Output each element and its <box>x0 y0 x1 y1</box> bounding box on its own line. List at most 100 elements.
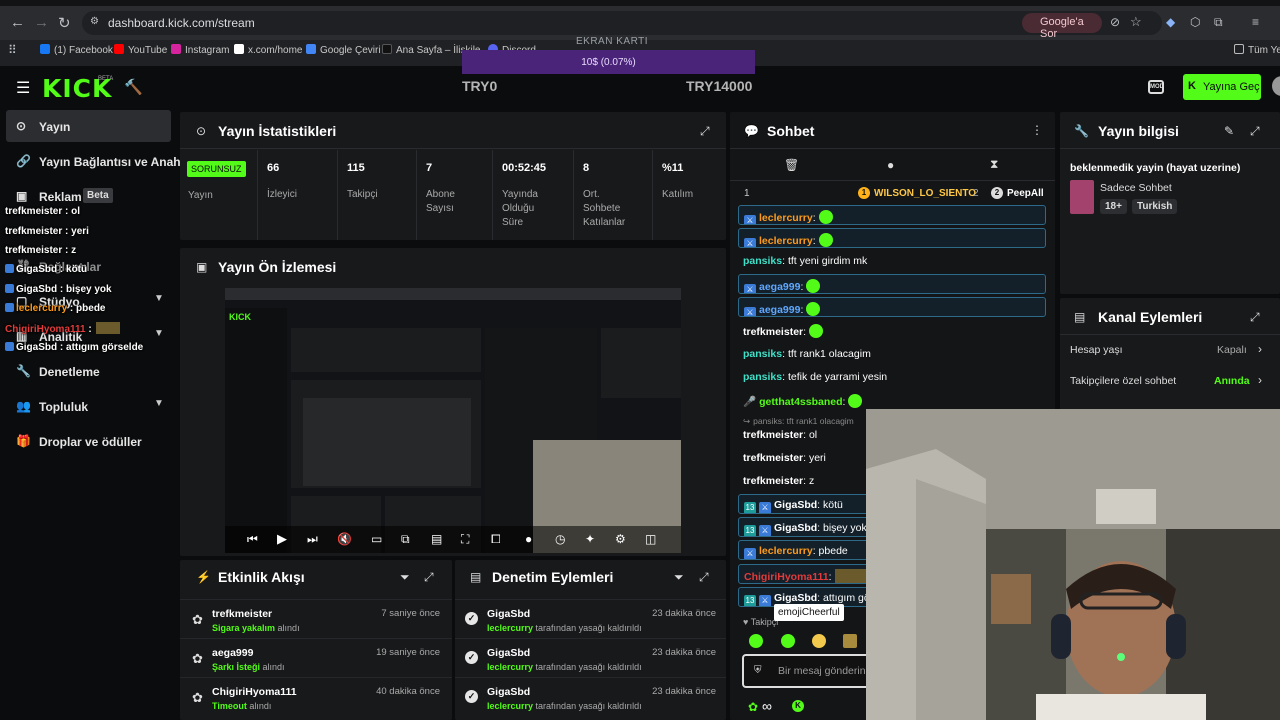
chat-user[interactable]: trefkmeister <box>743 475 803 487</box>
kick-badge-icon <box>5 303 14 312</box>
star-icon[interactable]: ☆ <box>1130 14 1142 30</box>
chat-user[interactable]: leclercurry <box>759 235 813 247</box>
google-ask-button[interactable]: Google'a Sor <box>1022 13 1102 40</box>
theater-icon[interactable]: ◫ <box>645 532 656 546</box>
trash-icon[interactable]: 🗑 <box>784 158 799 172</box>
setting-row-followers-chat[interactable]: Takipçilere özel sohbet Anında › <box>1060 367 1280 397</box>
emote-laugh-icon[interactable] <box>812 634 826 648</box>
more-icon[interactable]: ⋮ <box>1031 123 1043 137</box>
timer-icon[interactable]: ◷ <box>555 532 565 546</box>
category-name[interactable]: Sadece Sohbet <box>1100 182 1172 194</box>
forward-icon[interactable]: → <box>34 14 49 31</box>
extension2-icon[interactable]: ⬡ <box>1190 15 1200 29</box>
overlay-user: trefkmeister <box>5 226 63 237</box>
chat-message[interactable]: 🎤 getthat4ssbaned: <box>738 390 1046 410</box>
rewind-icon[interactable]: ⏮ <box>247 532 258 547</box>
chat-user[interactable]: aega999 <box>759 304 800 316</box>
chat-user[interactable]: getthat4ssbaned <box>759 396 842 408</box>
chat-user[interactable]: trefkmeister <box>743 326 803 338</box>
chat-user[interactable]: pansiks <box>743 371 782 383</box>
pip-icon[interactable]: ▤ <box>431 532 442 546</box>
sidebar-item-stream-key[interactable]: 🔗 Yayın Bağlantısı ve Anahtar <box>6 145 184 177</box>
bookmark-facebook[interactable]: (1) Facebook <box>40 44 113 56</box>
chat-user[interactable]: GigaSbd <box>774 522 817 534</box>
settings-icon[interactable]: ⚙ <box>615 532 626 546</box>
bookmark-instagram[interactable]: Instagram <box>171 44 229 56</box>
chat-user[interactable]: pansiks <box>743 255 782 267</box>
extension-icon[interactable]: ◆ <box>1166 15 1175 29</box>
apps-icon[interactable]: ⠿ <box>8 43 17 57</box>
bookmark-all[interactable]: Tüm Yer <box>1234 44 1280 56</box>
gift-icon: 🎁 <box>16 434 31 448</box>
chat-user[interactable]: ChigiriHyoma111 <box>744 571 829 583</box>
chat-message[interactable]: pansiks: tft yeni girdim mk <box>738 251 1046 271</box>
overlay-user: trefkmeister <box>5 206 63 217</box>
eye-off-icon[interactable]: ⊘ <box>1110 15 1120 29</box>
back-icon[interactable]: ← <box>10 14 25 31</box>
filter-icon[interactable]: ⏷ <box>674 570 684 585</box>
mod-view-icon[interactable]: MOD <box>1148 80 1164 94</box>
overlay-user: GigaSbd <box>16 342 58 353</box>
sparkle-icon[interactable]: ✦ <box>585 532 595 546</box>
chat-message[interactable]: trefkmeister: <box>738 320 1046 340</box>
emote-cheerful-icon[interactable] <box>781 634 795 648</box>
overlay-text: : <box>85 324 95 335</box>
expand-icon[interactable]: ⤢ <box>424 570 434 585</box>
chat-user[interactable]: aega999 <box>759 281 800 293</box>
emote-misc-icon[interactable] <box>843 634 857 648</box>
link-icon: 🔗 <box>16 154 31 168</box>
chat-message[interactable]: ⚔ aega999: <box>738 297 1046 317</box>
chat-user[interactable]: pansiks <box>743 348 782 360</box>
sidebar-item-yayin[interactable]: ⊙ Yayın <box>6 110 171 142</box>
tools-icon[interactable]: 🔨 <box>124 78 143 96</box>
moderator-badge-icon: ⚔ <box>744 215 756 224</box>
leaderboard-user[interactable]: WILSON_LO_SIENTO <box>874 188 976 199</box>
chat-message[interactable]: ⚔ leclercurry: <box>738 228 1046 248</box>
puzzle-icon[interactable]: ⧉ <box>1214 15 1223 30</box>
chat-message[interactable]: ⚔ aega999: <box>738 274 1046 294</box>
leaderboard-user-2[interactable]: PeepAll <box>1007 188 1044 199</box>
filter-icon[interactable]: ⏷ <box>400 570 410 585</box>
chat-message[interactable]: pansiks: tefik de yarrami yesin <box>738 367 1046 387</box>
kick-coin-icon[interactable]: K <box>792 700 804 712</box>
chat-message[interactable]: ⚔ leclercurry: <box>738 205 1046 225</box>
hourglass-icon[interactable]: ⧗ <box>990 157 998 172</box>
setting-row-account-age[interactable]: Hesap yaşı Kapalı › <box>1060 336 1280 366</box>
clip-icon[interactable]: ⧉ <box>401 532 410 547</box>
bubble-icon[interactable]: ● <box>887 158 894 172</box>
record-icon[interactable]: ● <box>525 532 532 546</box>
reload-icon[interactable]: ↻ <box>58 14 71 32</box>
camera-icon[interactable]: ▭ <box>371 532 382 546</box>
expand-icon[interactable]: ⤢ <box>1250 124 1260 139</box>
fullscreen-icon[interactable]: ⛶ <box>461 532 469 547</box>
bookmark-translate[interactable]: Google Çeviri <box>306 44 381 56</box>
menu-icon[interactable]: ☰ <box>16 78 30 98</box>
mute-icon[interactable]: 🔇 <box>337 532 352 546</box>
play-icon[interactable]: ▶ <box>277 531 287 547</box>
sidebar-item-community[interactable]: 👥 Topluluk ▼ <box>6 390 171 422</box>
chat-user[interactable]: trefkmeister <box>743 452 803 464</box>
sidebar-item-drops[interactable]: 🎁 Droplar ve ödüller <box>6 425 171 457</box>
chat-message[interactable]: pansiks: tft rank1 olacagim <box>738 344 1046 364</box>
site-info-icon[interactable]: ⚙ <box>90 16 99 27</box>
stream-preview-video[interactable]: KICK ⏮ ▶ ⏭ 🔇 ▭ ⧉ ▤ ⛶ ⧠ ● ◷ ✦ ⚙ ◫ <box>225 288 681 553</box>
expand-icon[interactable]: ⤢ <box>1250 310 1260 325</box>
sidebar-item-moderation[interactable]: 🔧 Denetleme <box>6 355 171 387</box>
chat-user[interactable]: trefkmeister <box>743 429 803 441</box>
forward-icon[interactable]: ⏭ <box>307 532 318 547</box>
crop-icon[interactable]: ⧠ <box>491 532 501 547</box>
chat-user[interactable]: leclercurry <box>759 212 813 224</box>
expand-icon[interactable]: ⤢ <box>699 570 709 585</box>
chat-text: : <box>828 571 832 583</box>
moderation-target: leclercurry <box>487 662 534 672</box>
chat-user[interactable]: leclercurry <box>759 545 813 557</box>
points-icon[interactable]: ✿ <box>748 700 758 714</box>
expand-icon[interactable]: ⤢ <box>700 124 710 139</box>
chat-user[interactable]: GigaSbd <box>774 499 817 511</box>
media-icon[interactable]: ≡ <box>1252 15 1259 29</box>
bookmark-youtube[interactable]: YouTube <box>114 44 167 56</box>
bookmark-x[interactable]: x.com/home <box>234 44 302 56</box>
chat-user[interactable]: GigaSbd <box>774 592 817 604</box>
emote-button-icon[interactable] <box>749 634 763 648</box>
edit-icon[interactable]: ✎ <box>1224 124 1234 138</box>
